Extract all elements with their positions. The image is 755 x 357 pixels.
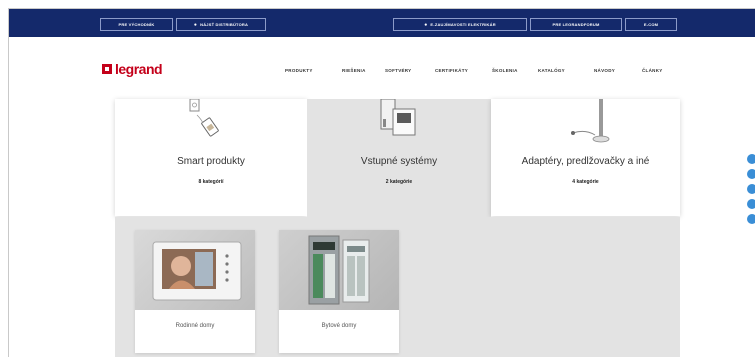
category-count: 2 kategórie [385, 179, 413, 185]
category-title: Adaptéry, predlžovačky a iné [521, 156, 650, 167]
nav-item-softvery[interactable]: SOFTVÉRY [385, 68, 412, 76]
subcategory-card-family-houses[interactable]: Rodinné domy [135, 230, 255, 353]
category-count: 4 kategórie [572, 179, 599, 185]
nav-item-clanky[interactable]: ČLÁNKY [642, 68, 663, 76]
video-intercom-illustration [152, 241, 242, 301]
top-utility-bar: PRE VÝCHODNÍK ● NÁJSŤ DISTRIBÚTORA ● E-ZAU… [9, 9, 755, 37]
side-button[interactable] [747, 154, 755, 164]
site-header: legrand PRODUKTY RIEŠENIA SOFTVÉRY CERTI… [9, 37, 755, 99]
nav-item-produkty[interactable]: PRODUKTY [285, 68, 313, 76]
topbar-link-label: PRE LEGRANDFORUM [552, 22, 600, 27]
side-button[interactable] [747, 184, 755, 194]
intercom-device-icon [380, 99, 416, 136]
category-title: Smart produkty [177, 156, 245, 167]
subcategory-label: Rodinné domy [175, 323, 215, 329]
category-card-adapters[interactable]: Adaptéry, predlžovačky a iné 4 kategórie [491, 99, 680, 216]
browser-viewport: PRE VÝCHODNÍK ● NÁJSŤ DISTRIBÚTORA ● E-ZAU… [8, 8, 755, 357]
topbar-link-elektrikar[interactable]: ● E-ZAUJÍMAVOSTI ELEKTRIKÁR [393, 18, 527, 31]
nav-item-riesenia[interactable]: RIEŠENIA [342, 68, 366, 76]
topbar-link-legrandforum[interactable]: PRE LEGRANDFORUM [530, 18, 622, 31]
side-button[interactable] [747, 199, 755, 209]
nav-item-skolenia[interactable]: ŠKOLENIA [492, 68, 518, 76]
extension-cord-icon [571, 99, 610, 143]
category-card-entry-systems[interactable]: Vstupné systémy 2 kategórie [307, 99, 491, 217]
topbar-link-ecom[interactable]: E-COM [625, 18, 677, 31]
side-button[interactable] [747, 169, 755, 179]
subcategory-label: Bytové domy [321, 323, 357, 329]
smart-card-icon [189, 99, 219, 137]
user-icon: ● [424, 22, 428, 28]
subcategory-card-apartment-buildings[interactable]: Bytové domy [279, 230, 399, 353]
topbar-link-label: PRE VÝCHODNÍK [118, 22, 155, 27]
video-intercom-image [135, 230, 255, 310]
topbar-link-pre-vychodnik[interactable]: PRE VÝCHODNÍK [100, 18, 173, 31]
door-panel-image [279, 230, 399, 310]
category-title: Vstupné systémy [360, 156, 438, 167]
side-button[interactable] [747, 214, 755, 224]
category-count: 8 kategórií [198, 179, 224, 185]
door-panel-illustration [308, 235, 370, 305]
topbar-link-label: E-COM [643, 22, 659, 27]
location-pin-icon: ● [193, 22, 198, 28]
main-content: Smart produkty 8 kategórií Vstupné systé… [9, 99, 755, 357]
nav-item-certifikaty[interactable]: CERTIFIKÁTY [435, 68, 468, 76]
topbar-link-label: NÁJSŤ DISTRIBÚTORA [200, 22, 249, 27]
legrand-logo[interactable]: legrand [102, 61, 163, 77]
subcategory-panel: Rodinné domy Bytové domy [115, 217, 680, 357]
nav-item-katalogy[interactable]: KATALÓGY [538, 68, 565, 76]
side-floating-buttons [747, 154, 755, 229]
topbar-link-distributor[interactable]: ● NÁJSŤ DISTRIBÚTORA [176, 18, 266, 31]
category-card-smart-products[interactable]: Smart produkty 8 kategórií [115, 99, 307, 216]
nav-item-navody[interactable]: NÁVODY [594, 68, 615, 76]
logo-text: legrand [115, 61, 163, 77]
topbar-link-label: E-ZAUJÍMAVOSTI ELEKTRIKÁR [430, 22, 496, 27]
logo-mark-icon [102, 64, 112, 74]
